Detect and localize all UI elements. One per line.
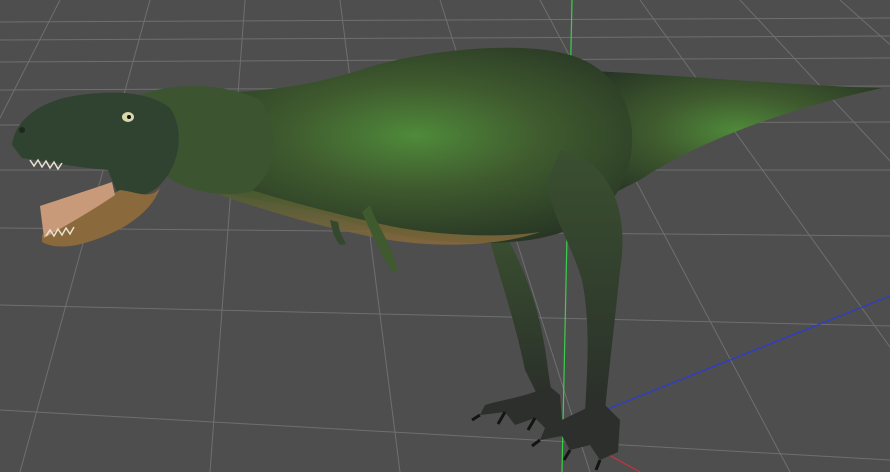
far-leg[interactable] xyxy=(490,225,552,400)
far-foot[interactable] xyxy=(480,385,562,428)
near-leg[interactable] xyxy=(548,150,623,412)
nostril xyxy=(19,127,25,133)
3d-viewport[interactable] xyxy=(0,0,890,472)
viewport-canvas[interactable] xyxy=(0,0,890,472)
pupil xyxy=(127,115,131,119)
head[interactable] xyxy=(12,92,179,200)
dinosaur-model[interactable] xyxy=(12,47,882,471)
